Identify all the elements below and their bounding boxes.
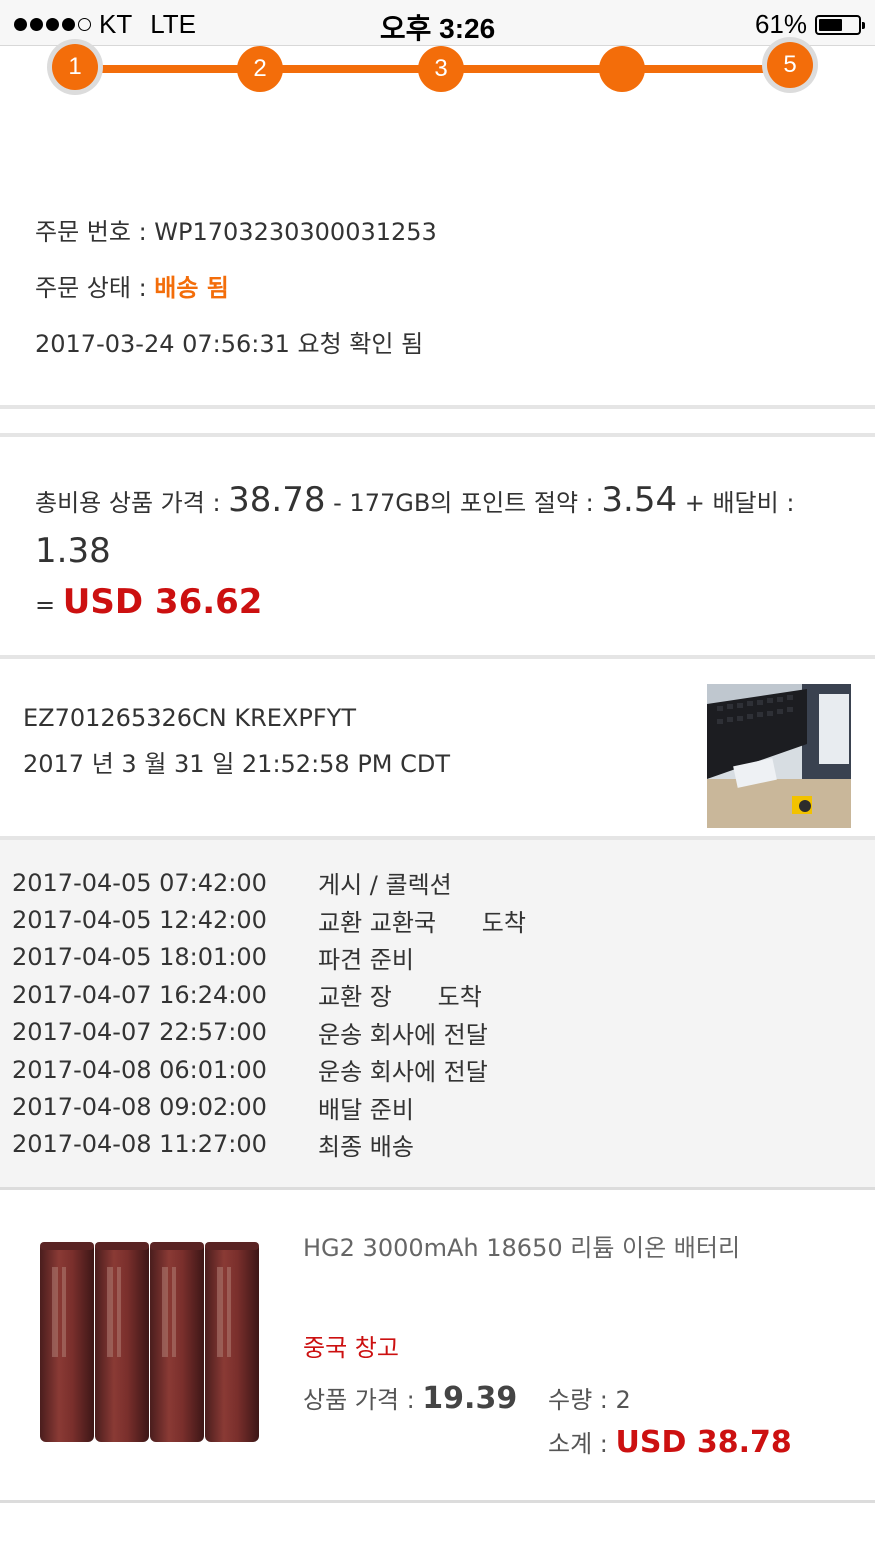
battery-icon xyxy=(815,14,865,35)
history-row: 2017-04-07 22:57:00 운송 회사에 전달 xyxy=(12,1014,526,1051)
order-number: WP1703230300031253 xyxy=(154,218,437,246)
order-info: 주문 번호 : WP1703230300031253 주문 상태 : 배송 됨 … xyxy=(35,212,437,380)
subtotal: 소계 : USD 38.78 xyxy=(548,1424,792,1460)
history-time: 2017-04-07 22:57:00 xyxy=(12,1018,267,1047)
clock: 오후 3:26 xyxy=(379,13,496,44)
product-name[interactable]: HG2 3000mAh 18650 리튬 이온 배터리 xyxy=(303,1228,740,1263)
divider xyxy=(0,1500,875,1503)
tracking-datetime: 2017 년 3 월 31 일 21:52:58 PM CDT xyxy=(23,750,451,778)
quantity-label: 수량 : xyxy=(548,1386,616,1414)
tracking-photo-thumbnail[interactable] xyxy=(707,684,851,828)
progress-step-3: 3 xyxy=(418,46,464,92)
history-row: 2017-04-08 11:27:00 최종 배송 xyxy=(12,1126,526,1163)
order-confirmed-row: 2017-03-24 07:56:31 요청 확인 됨 xyxy=(35,330,424,358)
subtotal-label: 소계 : xyxy=(548,1430,616,1458)
order-total: USD 36.62 xyxy=(62,582,263,622)
history-event: 배달 준비 xyxy=(318,1095,414,1124)
history-time: 2017-04-07 16:24:00 xyxy=(12,980,267,1009)
unit-price-label: 상품 가격 : xyxy=(303,1386,423,1414)
history-row: 2017-04-05 18:01:00 파견 준비 xyxy=(12,939,526,976)
history-time: 2017-04-05 07:42:00 xyxy=(12,868,267,897)
quantity-value: 2 xyxy=(615,1386,631,1414)
tracking-info: EZ701265326CN KREXPFYT 2017 년 3 월 31 일 2… xyxy=(23,698,450,790)
tracking-number[interactable]: EZ701265326CN KREXPFYT xyxy=(23,698,450,744)
unit-price: 상품 가격 : 19.39 xyxy=(303,1380,517,1416)
progress-step-1: 1 xyxy=(52,44,98,90)
order-number-label: 주문 번호 : xyxy=(35,218,155,246)
battery-info: 61% xyxy=(754,9,865,40)
history-time: 2017-04-05 12:42:00 xyxy=(12,906,267,935)
quantity: 수량 : 2 xyxy=(548,1380,631,1415)
history-row: 2017-04-05 07:42:00 게시 / 콜렉션 xyxy=(12,864,526,901)
history-event: 교환 교환국 도착 xyxy=(318,908,526,937)
order-status-value: 배송 됨 xyxy=(154,274,229,302)
history-row: 2017-04-05 12:42:00 교환 교환국 도착 xyxy=(12,901,526,938)
history-event: 교환 장 도착 xyxy=(318,983,482,1012)
status-bar: KT LTE 오후 3:26 61% xyxy=(0,0,875,46)
order-status-label: 주문 상태 : xyxy=(35,274,155,302)
tracking-history: 2017-04-05 07:42:00 게시 / 콜렉션 2017-04-05 12… xyxy=(0,840,875,1187)
history-row: 2017-04-08 06:01:00 운송 회사에 전달 xyxy=(12,1051,526,1088)
divider xyxy=(0,433,875,437)
history-time: 2017-04-08 06:01:00 xyxy=(12,1055,267,1084)
history-event: 운송 회사에 전달 xyxy=(318,1020,488,1049)
unit-price-value: 19.39 xyxy=(422,1381,518,1416)
history-time: 2017-04-08 11:27:00 xyxy=(12,1130,267,1159)
divider xyxy=(0,655,875,659)
history-row: 2017-04-08 09:02:00 배달 준비 xyxy=(12,1088,526,1125)
tracking-history-table: 2017-04-05 07:42:00 게시 / 콜렉션 2017-04-05 12… xyxy=(12,864,526,1163)
history-event: 운송 회사에 전달 xyxy=(318,1058,488,1087)
order-number-row: 주문 번호 : WP1703230300031253 xyxy=(35,212,437,268)
divider xyxy=(0,1187,875,1190)
warehouse-label: 중국 창고 xyxy=(303,1334,399,1362)
order-status-row: 주문 상태 : 배송 됨 xyxy=(35,268,437,324)
progress-step-5: 5 xyxy=(767,42,813,88)
shipping-label: + 배달비 : xyxy=(677,489,795,517)
goods-price: 38.78 xyxy=(228,480,326,520)
history-time: 2017-04-05 18:01:00 xyxy=(12,943,267,972)
order-totals: 총비용 상품 가격 : 38.78 - 177GB의 포인트 절약 : 3.54… xyxy=(35,476,855,629)
history-time: 2017-04-08 09:02:00 xyxy=(12,1093,267,1122)
order-progress-tracker: 1 2 3 5 xyxy=(0,42,875,96)
points-label: - 177GB의 포인트 절약 : xyxy=(325,489,602,517)
progress-step-4 xyxy=(599,46,645,92)
history-event: 파견 준비 xyxy=(318,945,414,974)
subtotal-value: USD 38.78 xyxy=(615,1425,792,1460)
history-row: 2017-04-07 16:24:00 교환 장 도착 xyxy=(12,976,526,1013)
equals-sign: = xyxy=(35,591,63,619)
history-event: 최종 배송 xyxy=(318,1132,414,1161)
points-saved: 3.54 xyxy=(601,480,678,520)
history-event: 게시 / 콜렉션 xyxy=(318,871,452,900)
totals-prefix: 총비용 상품 가격 : xyxy=(35,489,229,517)
shipping-fee: 1.38 xyxy=(35,531,111,571)
progress-step-2: 2 xyxy=(237,46,283,92)
product-image[interactable] xyxy=(30,1222,270,1462)
divider xyxy=(0,405,875,409)
battery-percent: 61% xyxy=(754,9,807,39)
